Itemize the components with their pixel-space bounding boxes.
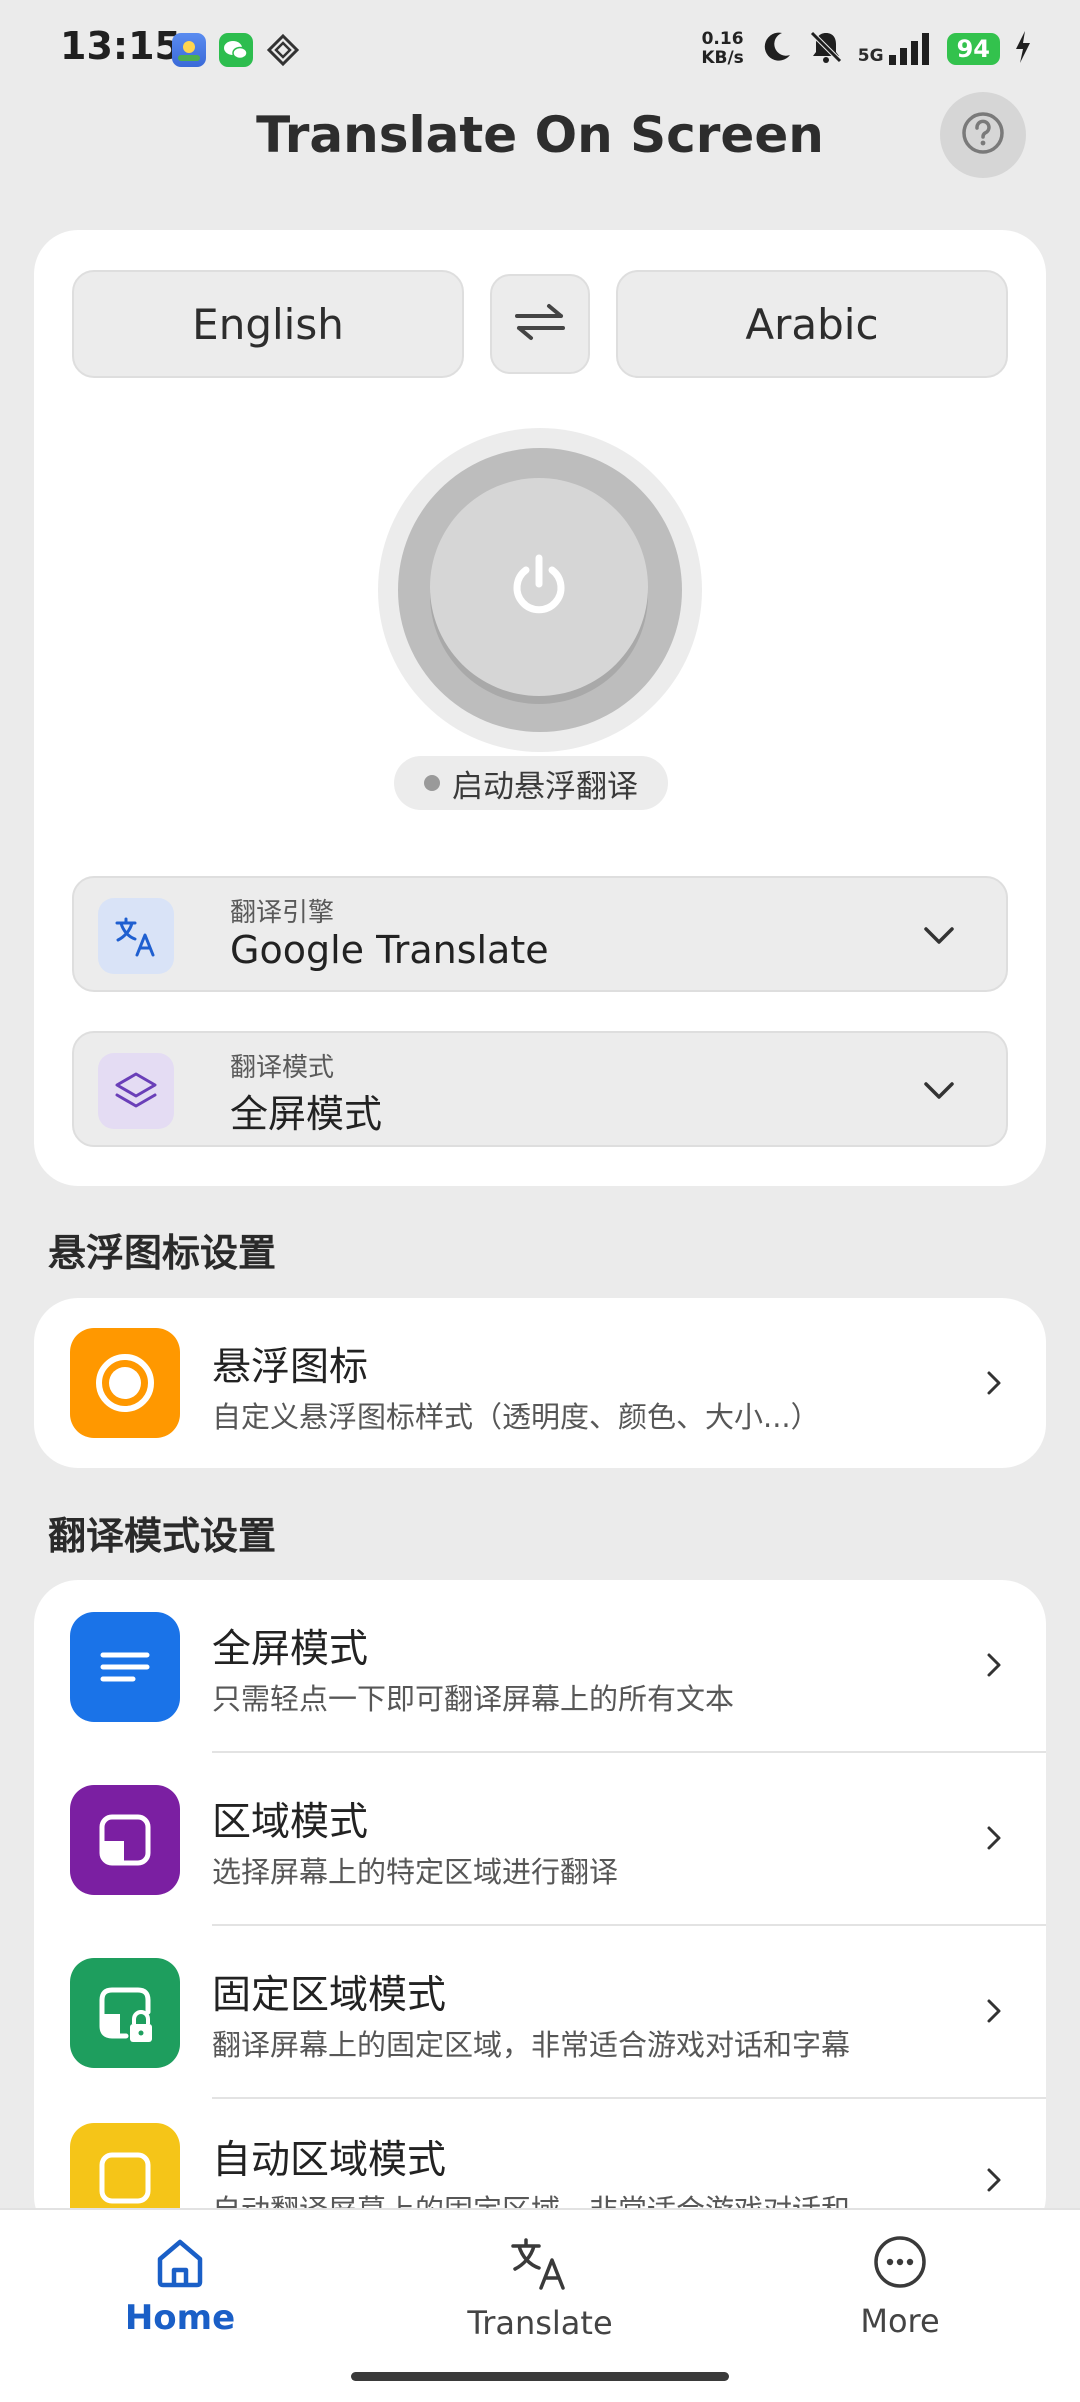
mode-value: 全屏模式 (230, 1092, 383, 1136)
power-button[interactable] (430, 478, 648, 696)
source-language-button[interactable]: English (72, 270, 464, 378)
floating-icon-row[interactable]: 悬浮图标 自定义悬浮图标样式（透明度、颜色、大小...） (34, 1298, 1046, 1468)
help-button[interactable] (940, 92, 1026, 178)
modes-section-title: 翻译模式设置 (48, 1514, 277, 1558)
mode-row-title: 自动区域模式 (212, 2138, 447, 2183)
mode-row-title: 全屏模式 (212, 1627, 369, 1672)
chevron-down-icon (922, 1073, 956, 1111)
mode-label: 翻译模式 (230, 1053, 335, 1083)
battery-level: 94 (946, 33, 1000, 65)
target-language-label: Arabic (745, 299, 879, 349)
signal-icon: 5G (858, 33, 933, 65)
floating-icon-subtitle: 自定义悬浮图标样式（透明度、颜色、大小...） (212, 1400, 820, 1434)
modes-card: 全屏模式 只需轻点一下即可翻译屏幕上的所有文本 区域模式 选择屏幕上的特定区域进… (34, 1580, 1046, 2240)
layers-icon (98, 1053, 174, 1129)
status-dot (424, 775, 440, 791)
nav-home-label: Home (124, 2298, 236, 2338)
engine-label: 翻译引擎 (230, 898, 335, 928)
bell-off-icon (808, 29, 844, 69)
fixed-area-lock-icon (70, 1958, 180, 2068)
engine-value: Google Translate (230, 928, 549, 972)
translate-nav-icon (509, 2238, 571, 2298)
swap-icon (513, 302, 567, 346)
power-status-badge: 启动悬浮翻译 (394, 756, 668, 810)
floating-icon (70, 1328, 180, 1438)
chevron-right-icon (984, 1650, 1004, 1684)
floating-section-title: 悬浮图标设置 (48, 1231, 277, 1275)
target-language-button[interactable]: Arabic (616, 270, 1008, 378)
nav-more-label: More (860, 2302, 940, 2340)
chevron-right-icon (984, 1823, 1004, 1857)
chevron-down-icon (922, 918, 956, 956)
charging-icon (1014, 31, 1032, 67)
chevron-right-icon (984, 2165, 1004, 2199)
power-icon (504, 550, 574, 624)
status-icons: 0.16 KB/s 5G 94 (701, 24, 1032, 74)
mode-row-subtitle: 选择屏幕上的特定区域进行翻译 (212, 1855, 619, 1889)
mode-row-fullscreen[interactable]: 全屏模式 只需轻点一下即可翻译屏幕上的所有文本 (34, 1580, 1046, 1753)
mode-row-title: 固定区域模式 (212, 1973, 447, 2018)
page-title: Translate On Screen (256, 106, 824, 164)
mode-row-area[interactable]: 区域模式 选择屏幕上的特定区域进行翻译 (34, 1753, 1046, 1926)
vpn-icon (266, 33, 300, 67)
area-select-icon (70, 1785, 180, 1895)
fullscreen-lines-icon (70, 1612, 180, 1722)
nav-translate-label: Translate (467, 2304, 613, 2342)
wechat-icon (219, 33, 253, 67)
translation-engine-select[interactable]: 翻译引擎 Google Translate (72, 876, 1008, 992)
translation-mode-select[interactable]: 翻译模式 全屏模式 (72, 1031, 1008, 1147)
moon-icon (758, 29, 794, 69)
help-icon (960, 110, 1006, 160)
nav-more[interactable]: More (800, 2232, 1000, 2340)
home-icon (150, 2239, 210, 2296)
mode-row-fixed-area[interactable]: 固定区域模式 翻译屏幕上的固定区域，非常适合游戏对话和字幕 (34, 1926, 1046, 2099)
chevron-right-icon (984, 1996, 1004, 2030)
mode-row-subtitle: 只需轻点一下即可翻译屏幕上的所有文本 (212, 1682, 735, 1716)
source-language-label: English (192, 299, 344, 349)
mode-row-title: 区域模式 (212, 1800, 369, 1845)
power-status-label: 启动悬浮翻译 (452, 768, 638, 805)
floating-icon-title: 悬浮图标 (212, 1345, 369, 1390)
nav-translate[interactable]: Translate (440, 2232, 640, 2342)
translate-icon (98, 898, 174, 974)
gallery-app-icon (172, 33, 206, 67)
net-speed: 0.16 KB/s (701, 29, 744, 68)
more-icon (870, 2236, 930, 2296)
chevron-right-icon (984, 1368, 1004, 1402)
mode-row-subtitle: 翻译屏幕上的固定区域，非常适合游戏对话和字幕 (212, 2028, 851, 2062)
status-time: 13:15 (60, 24, 181, 68)
nav-home[interactable]: Home (80, 2232, 280, 2338)
swap-languages-button[interactable] (490, 274, 590, 374)
home-indicator (351, 2372, 729, 2381)
